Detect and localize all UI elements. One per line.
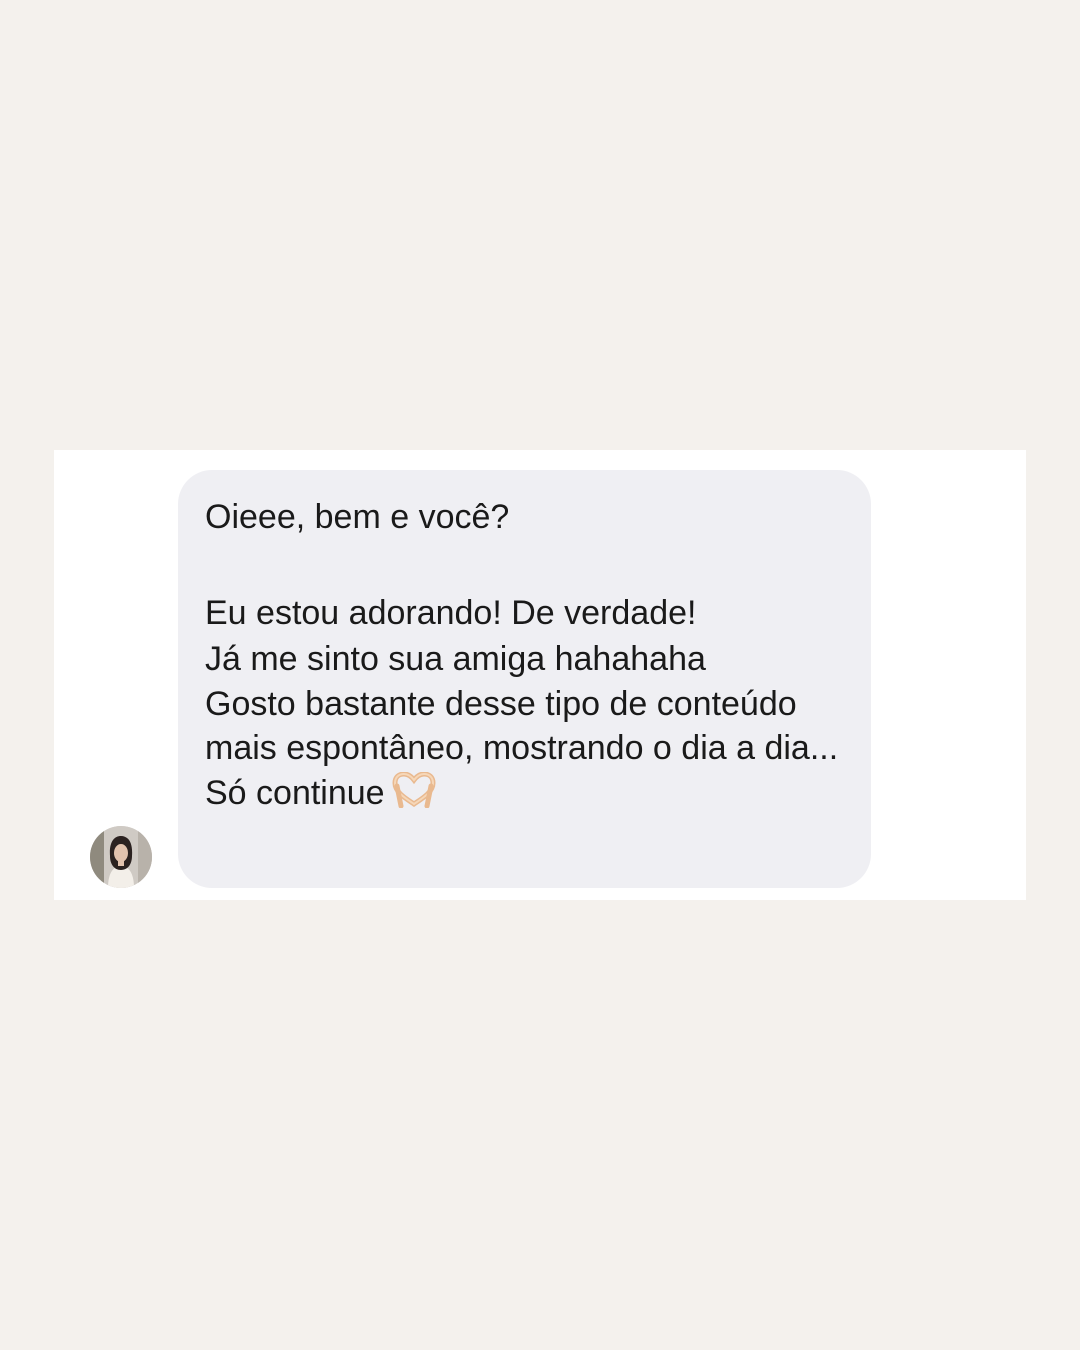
message-line: Já me sinto sua amiga hahahaha <box>205 640 706 678</box>
message-last-line: Só continue <box>205 770 845 820</box>
sender-avatar[interactable] <box>90 826 152 888</box>
message-line: Gosto bastante desse tipo de conteúdo ma… <box>205 685 839 767</box>
message-line: Eu estou adorando! De verdade! <box>205 594 697 632</box>
message-line: Oieee, bem e você? <box>205 498 510 536</box>
heart-hands-emoji-icon <box>391 771 437 820</box>
message-card: Oieee, bem e você? Eu estou adorando! De… <box>54 450 1026 900</box>
message-bubble[interactable]: Oieee, bem e você? Eu estou adorando! De… <box>178 470 871 888</box>
avatar-photo-icon <box>90 826 152 888</box>
message-line: Só continue <box>205 774 385 812</box>
message-spacer <box>205 540 845 590</box>
